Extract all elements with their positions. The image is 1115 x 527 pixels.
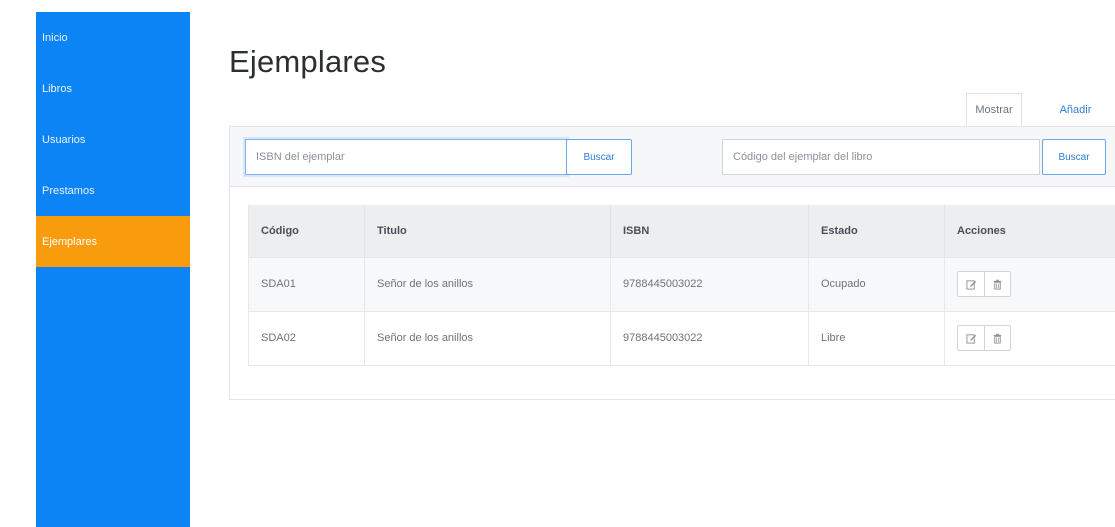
edit-icon: [965, 333, 976, 344]
sidebar-item-label: Prestamos: [42, 184, 95, 197]
cell-codigo: SDA01: [248, 256, 365, 311]
cell-isbn: 9788445003022: [610, 256, 809, 311]
sidebar-item-label: Inicio: [42, 31, 68, 44]
sidebar: Inicio Libros Usuarios Prestamos Ejempla…: [36, 12, 190, 527]
edit-icon: [965, 279, 976, 290]
sidebar-item-label: Libros: [42, 82, 72, 95]
cell-acciones: [944, 310, 1115, 366]
search-bar: ISBN del ejemplar Buscar Código del ejem…: [230, 127, 1115, 187]
table-row: SDA02 Señor de los anillos 9788445003022…: [248, 310, 1115, 366]
trash-icon: [993, 279, 1002, 290]
column-header-titulo: Titulo: [364, 205, 611, 257]
isbn-search-button[interactable]: Buscar: [566, 139, 632, 175]
column-header-isbn: ISBN: [610, 205, 809, 257]
table-header-row: Código Titulo ISBN Estado Acciones: [248, 205, 1115, 257]
sidebar-item-inicio[interactable]: Inicio: [36, 12, 190, 63]
sidebar-item-prestamos[interactable]: Prestamos: [36, 165, 190, 216]
cell-acciones: [944, 256, 1115, 311]
trash-icon: [993, 333, 1002, 344]
cell-isbn: 9788445003022: [610, 310, 809, 366]
sidebar-item-libros[interactable]: Libros: [36, 63, 190, 114]
column-header-estado: Estado: [808, 205, 945, 257]
sidebar-item-ejemplares[interactable]: Ejemplares: [36, 216, 190, 267]
sidebar-item-usuarios[interactable]: Usuarios: [36, 114, 190, 165]
page-title: Ejemplares: [229, 44, 387, 79]
tab-anadir[interactable]: Añadir: [1036, 93, 1115, 127]
column-header-acciones: Acciones: [944, 205, 1115, 257]
row-actions: [957, 271, 1011, 297]
isbn-search-input[interactable]: ISBN del ejemplar: [245, 139, 567, 175]
row-actions: [957, 325, 1011, 351]
edit-button[interactable]: [958, 326, 984, 350]
ejemplares-card: ISBN del ejemplar Buscar Código del ejem…: [229, 126, 1115, 400]
ejemplares-table: Código Titulo ISBN Estado Acciones SDA01…: [248, 205, 1115, 366]
cell-estado: Libre: [808, 310, 945, 366]
code-search-input[interactable]: Código del ejemplar del libro: [722, 139, 1040, 175]
sidebar-item-label: Ejemplares: [42, 235, 98, 248]
cell-titulo: Señor de los anillos: [364, 256, 611, 311]
edit-button[interactable]: [958, 272, 984, 296]
code-search-button[interactable]: Buscar: [1042, 139, 1106, 175]
cell-estado: Ocupado: [808, 256, 945, 311]
cell-codigo: SDA02: [248, 310, 365, 366]
column-header-codigo: Código: [248, 205, 365, 257]
table-row: SDA01 Señor de los anillos 9788445003022…: [248, 256, 1115, 311]
tab-mostrar[interactable]: Mostrar: [966, 93, 1022, 127]
cell-titulo: Señor de los anillos: [364, 310, 611, 366]
delete-button[interactable]: [984, 326, 1010, 350]
sidebar-item-label: Usuarios: [42, 133, 86, 146]
delete-button[interactable]: [984, 272, 1010, 296]
